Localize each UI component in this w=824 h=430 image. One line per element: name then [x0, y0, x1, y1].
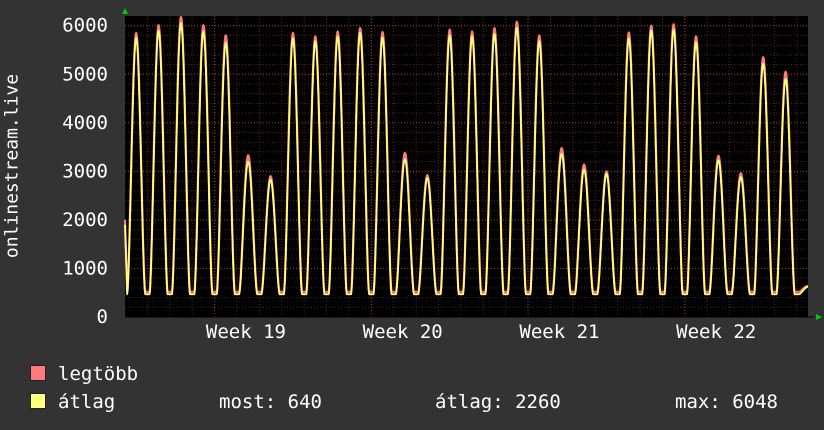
y-tick-label: 4000	[62, 112, 108, 134]
legend-label-avg: átlag	[58, 391, 116, 413]
x-tick-label: Week 19	[206, 321, 286, 343]
legend: legtöbb átlag most: 640 átlag: 2260 max:…	[0, 360, 824, 430]
y-tick-label: 6000	[62, 15, 108, 37]
y-axis-arrow	[122, 8, 128, 14]
stat-max: max: 6048	[675, 391, 778, 413]
y-axis-label-text: onlinestream.live	[1, 73, 23, 259]
x-axis-arrow	[816, 314, 822, 320]
stat-avg: átlag: 2260	[435, 391, 561, 413]
legend-swatch-avg	[30, 393, 46, 409]
x-tick-label: Week 20	[363, 321, 443, 343]
y-tick-label: 1000	[62, 257, 108, 279]
x-tick-label: Week 22	[676, 321, 756, 343]
y-tick-label: 5000	[62, 63, 108, 85]
chart: 0 1000 2000 3000 4000 5000 6000 Week 19 Week 20 W…	[62, 8, 822, 343]
stat-now: most: 640	[219, 391, 322, 413]
y-tick-label: 0	[97, 306, 108, 328]
legend-swatch-max	[30, 365, 46, 381]
x-tick-label: Week 21	[519, 321, 599, 343]
y-tick-label: 2000	[62, 209, 108, 231]
y-axis-label: onlinestream.live	[0, 0, 24, 344]
legend-row-max: legtöbb	[30, 362, 138, 386]
y-tick-label: 3000	[62, 160, 108, 182]
legend-row-avg: átlag most: 640 átlag: 2260 max: 6048	[30, 390, 820, 414]
legend-label-max: legtöbb	[58, 363, 139, 385]
